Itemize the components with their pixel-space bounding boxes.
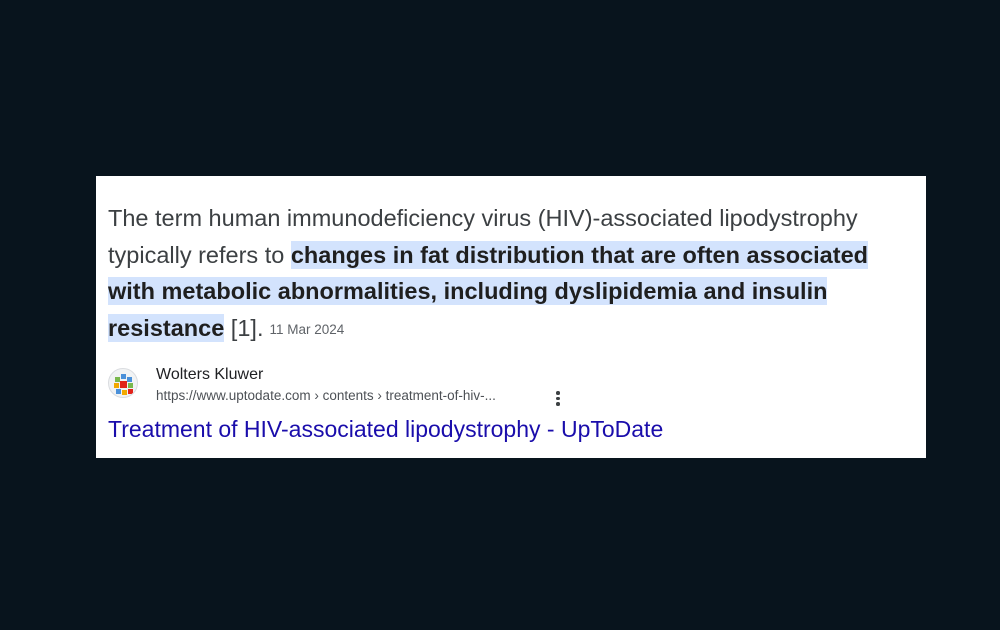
- site-url-breadcrumb: https://www.uptodate.com › contents › tr…: [156, 388, 496, 403]
- result-source[interactable]: Wolters Kluwer https://www.uptodate.com …: [108, 366, 708, 406]
- snippet-text: The term human immunodeficiency virus (H…: [108, 200, 918, 348]
- result-title-link[interactable]: Treatment of HIV-associated lipodystroph…: [108, 416, 663, 443]
- featured-snippet-card: The term human immunodeficiency virus (H…: [96, 176, 926, 458]
- site-name: Wolters Kluwer: [156, 366, 264, 383]
- snippet-date: 11 Mar 2024: [269, 321, 345, 337]
- more-vert-icon[interactable]: [550, 388, 566, 408]
- wolters-kluwer-logo-icon: [108, 368, 138, 398]
- snippet-citation: [1].: [224, 314, 264, 341]
